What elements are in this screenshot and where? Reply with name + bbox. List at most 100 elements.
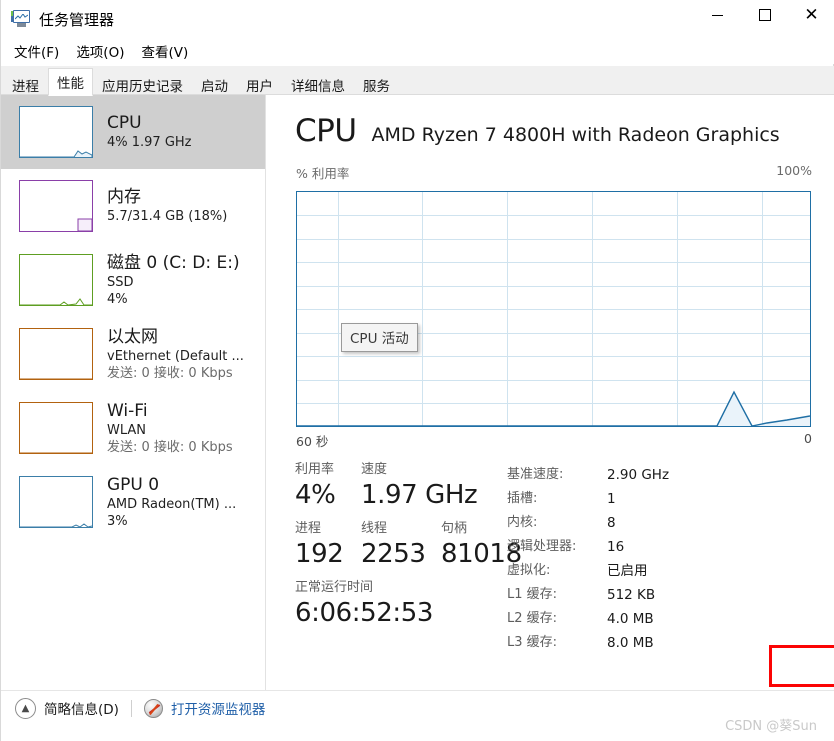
- cpu-specs-block: 基准速度: 2.90 GHz 插槽: 1 内核: 8 逻辑处理器: 16 虚拟化…: [507, 463, 834, 687]
- wifi-sparkline: [19, 402, 93, 454]
- maximize-button[interactable]: [741, 0, 788, 30]
- cpu-model-name: AMD Ryzen 7 4800H with Radeon Graphics: [371, 124, 780, 146]
- tab-strip: 进程 性能 应用历史记录 启动 用户 详细信息 服务: [1, 66, 834, 97]
- spec-value-logical-processors: 16: [607, 539, 625, 555]
- disk-sparkline: [19, 254, 93, 306]
- sidebar-item-disk0[interactable]: 磁盘 0 (C: D: E:) SSD 4%: [1, 243, 265, 317]
- sidebar-item-detail: 4% 1.97 GHz: [107, 135, 192, 150]
- window-controls: ✕: [694, 0, 834, 38]
- stat-value-threads: 2253: [361, 539, 426, 569]
- stat-label-threads: 线程: [361, 521, 388, 536]
- spec-value-sockets: 1: [607, 491, 616, 507]
- spec-key-base-speed: 基准速度:: [507, 467, 564, 482]
- task-manager-window: 任务管理器 ✕ 文件(F) 选项(O) 查看(V) 进程 性能 应用历史记录 启…: [0, 0, 834, 741]
- menu-item-options[interactable]: 选项(O): [69, 39, 131, 63]
- panel-header: CPU AMD Ryzen 7 4800H with Radeon Graphi…: [295, 113, 780, 149]
- menu-bar: 文件(F) 选项(O) 查看(V): [1, 38, 834, 64]
- tab-processes[interactable]: 进程: [3, 71, 48, 97]
- task-manager-icon: [11, 10, 31, 28]
- spec-value-cores: 8: [607, 515, 616, 531]
- fewer-details-label[interactable]: 简略信息(D): [44, 698, 119, 718]
- menu-item-view[interactable]: 查看(V): [134, 39, 195, 63]
- open-resource-monitor-link[interactable]: 打开资源监视器: [171, 698, 266, 718]
- close-icon[interactable]: ✕: [788, 0, 834, 30]
- ethernet-sparkline: [19, 328, 93, 380]
- spec-value-base-speed: 2.90 GHz: [607, 467, 670, 483]
- graph-tooltip: CPU 活动: [341, 323, 418, 352]
- spec-key-logical-processors: 逻辑处理器:: [507, 539, 577, 554]
- spec-value-virtualization: 已启用: [607, 563, 648, 579]
- spec-value-l2-cache: 4.0 MB: [607, 611, 654, 627]
- spec-row: L1 缓存: 512 KB: [507, 583, 807, 607]
- graph-axis-bottom: 60 秒 0: [296, 431, 812, 450]
- memory-sparkline: [19, 180, 93, 232]
- watermark: CSDN @葵Sun: [725, 719, 817, 734]
- sidebar-item-memory[interactable]: 内存 5.7/31.4 GB (18%): [1, 169, 265, 243]
- sidebar-item-label: 以太网: [107, 326, 158, 347]
- stat-label-utilization: 利用率: [295, 462, 335, 477]
- spec-key-virtualization: 虚拟化:: [507, 563, 551, 578]
- cpu-sparkline: [19, 106, 93, 158]
- x-axis-left-label: 60 秒: [296, 434, 329, 449]
- tab-users[interactable]: 用户: [237, 71, 282, 97]
- tab-details[interactable]: 详细信息: [282, 71, 354, 97]
- resource-monitor-icon[interactable]: [143, 698, 163, 718]
- sidebar-item-detail: 5.7/31.4 GB (18%): [107, 209, 228, 224]
- stat-label-processes: 进程: [295, 521, 322, 536]
- sidebar-item-detail: WLAN: [107, 422, 147, 438]
- spec-key-l1-cache: L1 缓存:: [507, 587, 558, 602]
- spec-value-l3-cache: 8.0 MB: [607, 635, 654, 651]
- resource-sidebar[interactable]: CPU 4% 1.97 GHz 内存 5.7/31.4 GB (18%) 磁盘 …: [1, 95, 266, 690]
- spec-key-cores: 内核:: [507, 515, 538, 530]
- spec-key-l3-cache: L3 缓存:: [507, 635, 558, 650]
- sidebar-item-detail: vEthernet (Default ...: [107, 348, 244, 364]
- stat-value-utilization: 4%: [295, 480, 336, 510]
- stat-value-processes: 192: [295, 539, 344, 569]
- graph-axis-top: % 利用率 100%: [296, 163, 812, 182]
- performance-pane: CPU 4% 1.97 GHz 内存 5.7/31.4 GB (18%) 磁盘 …: [1, 95, 834, 690]
- sidebar-item-label: 内存: [107, 187, 141, 207]
- cpu-utilization-graph[interactable]: CPU 活动: [296, 191, 811, 427]
- sidebar-item-label: CPU: [107, 113, 142, 133]
- sidebar-item-detail: SSD: [107, 274, 134, 290]
- spec-row: 基准速度: 2.90 GHz: [507, 463, 807, 487]
- sidebar-item-detail-2: 发送: 0 接收: 0 Kbps: [107, 365, 233, 381]
- gpu-sparkline: [19, 476, 93, 528]
- status-divider: [130, 699, 132, 717]
- tab-app-history[interactable]: 应用历史记录: [93, 71, 192, 97]
- sidebar-item-detail-2: 4%: [107, 291, 128, 307]
- status-bar: ▲ 简略信息(D) 打开资源监视器 CSDN @葵Sun: [1, 690, 834, 741]
- sidebar-item-ethernet[interactable]: 以太网 vEthernet (Default ... 发送: 0 接收: 0 K…: [1, 317, 265, 391]
- sidebar-item-cpu[interactable]: CPU 4% 1.97 GHz: [1, 95, 265, 169]
- tab-startup[interactable]: 启动: [192, 71, 237, 97]
- minimize-button[interactable]: [694, 0, 741, 30]
- tab-services[interactable]: 服务: [354, 71, 399, 97]
- stat-label-speed: 速度: [361, 462, 388, 477]
- tab-performance[interactable]: 性能: [48, 68, 93, 96]
- y-axis-label: % 利用率: [296, 166, 350, 181]
- chevron-up-icon[interactable]: ▲: [15, 697, 36, 719]
- sidebar-item-gpu0[interactable]: GPU 0 AMD Radeon(TM) ... 3%: [1, 465, 265, 539]
- cpu-detail-panel: CPU AMD Ryzen 7 4800H with Radeon Graphi…: [267, 95, 834, 690]
- page-title: CPU: [295, 113, 357, 149]
- spec-row: 逻辑处理器: 16: [507, 535, 807, 559]
- sidebar-item-label: GPU 0: [107, 474, 160, 495]
- menu-item-file[interactable]: 文件(F): [7, 39, 66, 63]
- spec-value-l1-cache: 512 KB: [607, 587, 656, 603]
- title-bar[interactable]: 任务管理器 ✕: [1, 0, 834, 38]
- sidebar-item-label: Wi-Fi: [107, 400, 148, 421]
- graph-plot-line: [297, 390, 810, 426]
- spec-row: 内核: 8: [507, 511, 807, 535]
- sidebar-item-label: 磁盘 0 (C: D: E:): [107, 252, 240, 273]
- sidebar-item-detail-2: 发送: 0 接收: 0 Kbps: [107, 439, 233, 455]
- sidebar-item-detail-2: 3%: [107, 513, 128, 529]
- spec-row: L2 缓存: 4.0 MB: [507, 607, 807, 631]
- sidebar-item-wifi[interactable]: Wi-Fi WLAN 发送: 0 接收: 0 Kbps: [1, 391, 265, 465]
- y-axis-max: 100%: [776, 163, 812, 178]
- x-axis-right-label: 0: [804, 431, 812, 446]
- window-title: 任务管理器: [39, 10, 115, 29]
- spec-key-l2-cache: L2 缓存:: [507, 611, 558, 626]
- spec-key-sockets: 插槽:: [507, 491, 538, 506]
- stat-value-speed: 1.97 GHz: [361, 480, 478, 510]
- sidebar-item-detail: AMD Radeon(TM) ...: [107, 496, 237, 512]
